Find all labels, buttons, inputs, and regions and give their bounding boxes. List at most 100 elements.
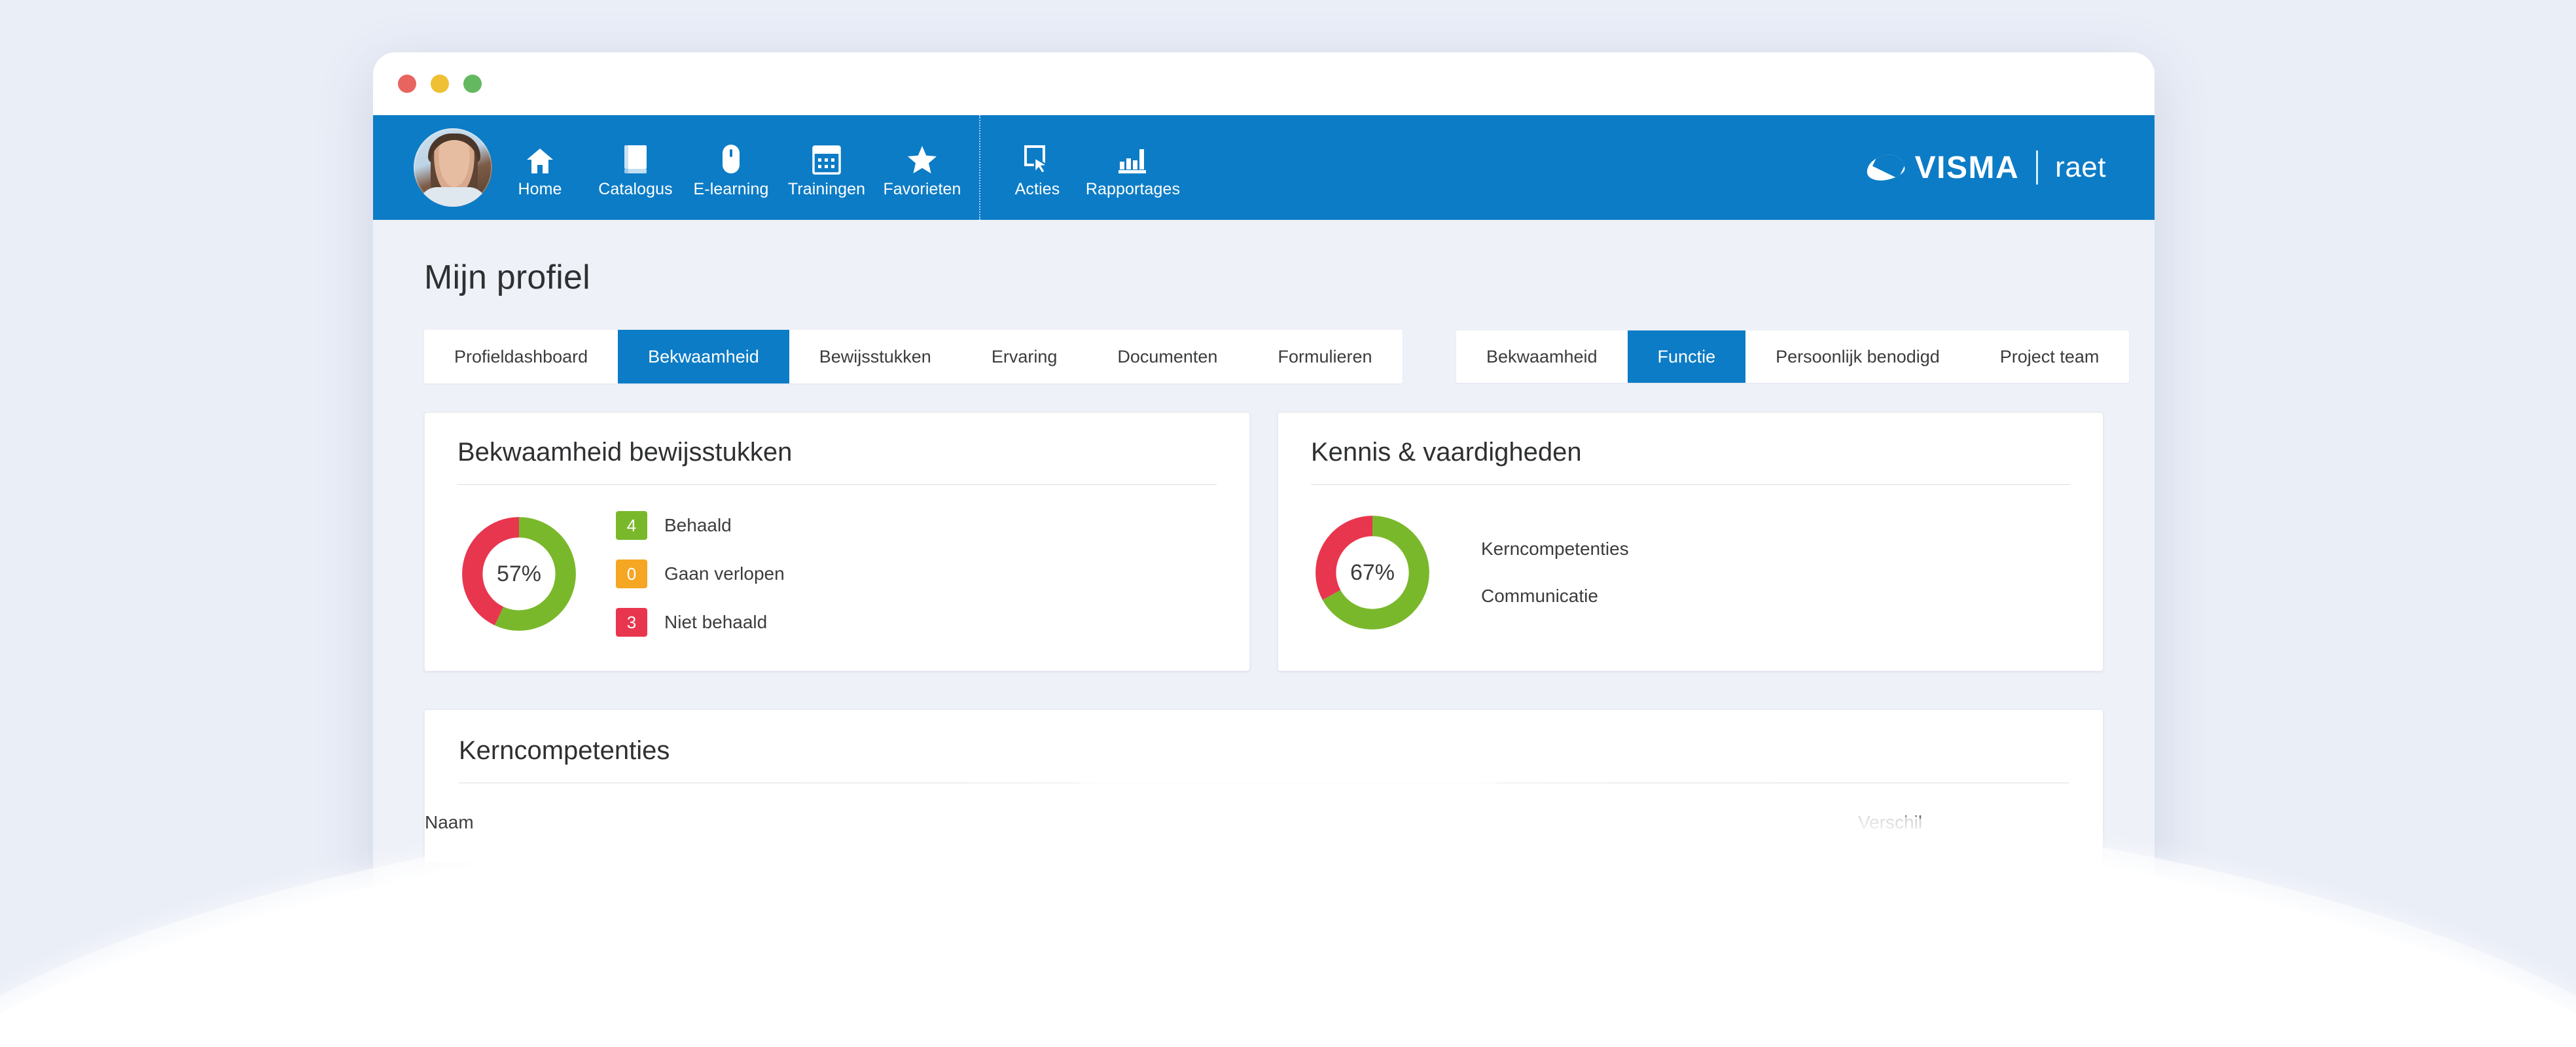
cell-niveau	[922, 862, 1858, 948]
nav-item-acties[interactable]: Acties	[990, 115, 1085, 220]
cursor-click-icon	[1023, 145, 1052, 175]
knowledge-item[interactable]: Kerncompetenties	[1481, 539, 1629, 559]
niveau-segment	[1251, 970, 1416, 1012]
subtab-persoonlijk-benodigd[interactable]: Persoonlijk benodigd	[1745, 330, 1970, 383]
niveau-segment	[1415, 970, 1580, 1012]
card-title: Kerncompetenties	[459, 736, 670, 765]
niveau-wrap	[922, 884, 1858, 936]
column-header-verschil[interactable]: Verschil	[1858, 783, 2103, 862]
visma-wordmark: VISMA	[1914, 150, 2020, 185]
cell-verschil: -2	[1858, 862, 2103, 948]
nav-item-label: Rapportages	[1085, 179, 1181, 198]
calendar-icon	[812, 145, 841, 175]
magnifier-icon[interactable]	[459, 894, 481, 916]
tab-bekwaamheid[interactable]: Bekwaamheid	[618, 330, 789, 383]
legend-label: Behaald	[664, 515, 732, 535]
card-body: 67% Kerncompetenties Communicatie	[1278, 485, 2103, 668]
window-maximize-button[interactable]	[463, 75, 482, 93]
competency-name: Samenwerking	[498, 981, 620, 1001]
nav-item-trainingen[interactable]: Trainingen	[779, 115, 874, 220]
browser-window: Home Catalogus E-learning Trainingen Fav…	[373, 52, 2155, 1047]
legend-item: 3 Niet behaald	[616, 608, 785, 637]
nav-item-label: Catalogus	[598, 179, 673, 198]
brand-logo: VISMA raet	[1865, 150, 2106, 186]
tab-label: Profieldashboard	[454, 346, 588, 366]
tab-label: Bekwaamheid	[648, 346, 759, 366]
card-kennis-vaardigheden: Kennis & vaardigheden 67% Kerncompetenti…	[1278, 412, 2103, 671]
table-row[interactable]	[425, 1035, 2103, 1047]
legend-label: Gaan verlopen	[664, 563, 785, 584]
niveau-wrap	[922, 970, 1858, 1023]
subtab-bekwaamheid[interactable]: Bekwaamheid	[1456, 330, 1628, 383]
name-cell: Samenwerking	[425, 980, 922, 1003]
niveau-marker	[1046, 923, 1061, 936]
nav-item-rapportages[interactable]: Rapportages	[1085, 115, 1181, 220]
tab-ervaring[interactable]: Ervaring	[961, 330, 1088, 383]
niveau-segment	[1579, 884, 1744, 926]
subtab-project-team[interactable]: Project team	[1970, 330, 2130, 383]
table-row[interactable]: Coachend vermogen -2	[425, 862, 2103, 948]
page-content: Mijn profiel Profieldashboard Bekwaamhei…	[373, 220, 2155, 1047]
legend-item: 0 Gaan verlopen	[616, 559, 785, 588]
name-cell: Coachend vermogen	[425, 894, 922, 916]
visma-logo: VISMA	[1865, 150, 2020, 186]
window-minimize-button[interactable]	[431, 75, 449, 93]
brand-separator	[2036, 151, 2039, 185]
niveau-segment	[1251, 884, 1416, 926]
navbar-group-secondary: Acties Rapportages	[990, 115, 1181, 220]
legend-item: 4 Behaald	[616, 511, 785, 540]
knowledge-item[interactable]: Communicatie	[1481, 586, 1629, 607]
primary-tabbar: Profieldashboard Bekwaamheid Bewijsstukk…	[424, 330, 1403, 383]
nav-item-favorieten[interactable]: Favorieten	[874, 115, 970, 220]
nav-item-catalogus[interactable]: Catalogus	[588, 115, 683, 220]
competencies-table: Naam Niveau Verschil Coachend vermogen -…	[425, 783, 2103, 1047]
tab-profieldashboard[interactable]: Profieldashboard	[424, 330, 618, 383]
table-head: Naam Niveau Verschil	[425, 783, 2103, 862]
home-icon	[526, 145, 554, 175]
nav-item-label: Favorieten	[883, 179, 961, 198]
nav-item-elearning[interactable]: E-learning	[683, 115, 779, 220]
tab-bewijsstukken[interactable]: Bewijsstukken	[789, 330, 961, 383]
subtab-functie[interactable]: Functie	[1627, 330, 1746, 383]
evidence-donut-chart: 57%	[457, 512, 581, 635]
competency-name: Coachend vermogen	[498, 895, 668, 915]
avatar[interactable]	[414, 128, 492, 207]
legend-label: Niet behaald	[664, 612, 768, 632]
nav-item-home[interactable]: Home	[492, 115, 588, 220]
niveau-marker	[1375, 1010, 1390, 1023]
legend-count-badge: 0	[616, 559, 647, 588]
window-close-button[interactable]	[398, 75, 416, 93]
secondary-tabbar: Bekwaamheid Functie Persoonlijk benodigd…	[1456, 330, 2130, 383]
card-kerncompetenties: Kerncompetenties Naam Niveau Verschil Co…	[424, 709, 2103, 1047]
tab-label: Bewijsstukken	[819, 346, 931, 366]
tab-documenten[interactable]: Documenten	[1087, 330, 1247, 383]
tab-label: Formulieren	[1278, 346, 1372, 366]
table-row[interactable]: Samenwerking 0	[425, 948, 2103, 1035]
nav-item-label: Acties	[1014, 179, 1060, 198]
raet-wordmark: raet	[2055, 151, 2106, 183]
tab-formulieren[interactable]: Formulieren	[1247, 330, 1402, 383]
bar-chart-icon	[1117, 145, 1149, 175]
navbar-divider	[979, 115, 980, 220]
column-header-niveau[interactable]: Niveau	[922, 783, 1858, 862]
magnifier-icon[interactable]	[459, 980, 481, 1003]
cell-niveau	[922, 1035, 1858, 1047]
donut-center-label: 57%	[496, 561, 542, 586]
cell-naam: Coachend vermogen	[425, 862, 922, 948]
niveau-segment	[1415, 884, 1580, 926]
star-icon	[906, 145, 938, 175]
card-body: 57% 4 Behaald 0 Gaan verlopen 3 Niet beh…	[425, 485, 1249, 671]
tab-label: Bekwaamheid	[1486, 346, 1598, 366]
cell-niveau	[922, 948, 1858, 1035]
legend-count-badge: 3	[616, 608, 647, 637]
book-icon	[622, 145, 649, 175]
column-header-naam[interactable]: Naam	[425, 783, 922, 862]
verschil-value: 0	[1866, 981, 1876, 1001]
nav-item-label: E-learning	[693, 179, 769, 198]
knowledge-item-list: Kerncompetenties Communicatie	[1469, 539, 1629, 607]
avatar-shirt	[419, 187, 487, 207]
evidence-legend: 4 Behaald 0 Gaan verlopen 3 Niet behaald	[616, 511, 785, 637]
page-title: Mijn profiel	[424, 258, 590, 296]
nav-item-label: Home	[518, 179, 562, 198]
cell-naam	[425, 1035, 922, 1047]
